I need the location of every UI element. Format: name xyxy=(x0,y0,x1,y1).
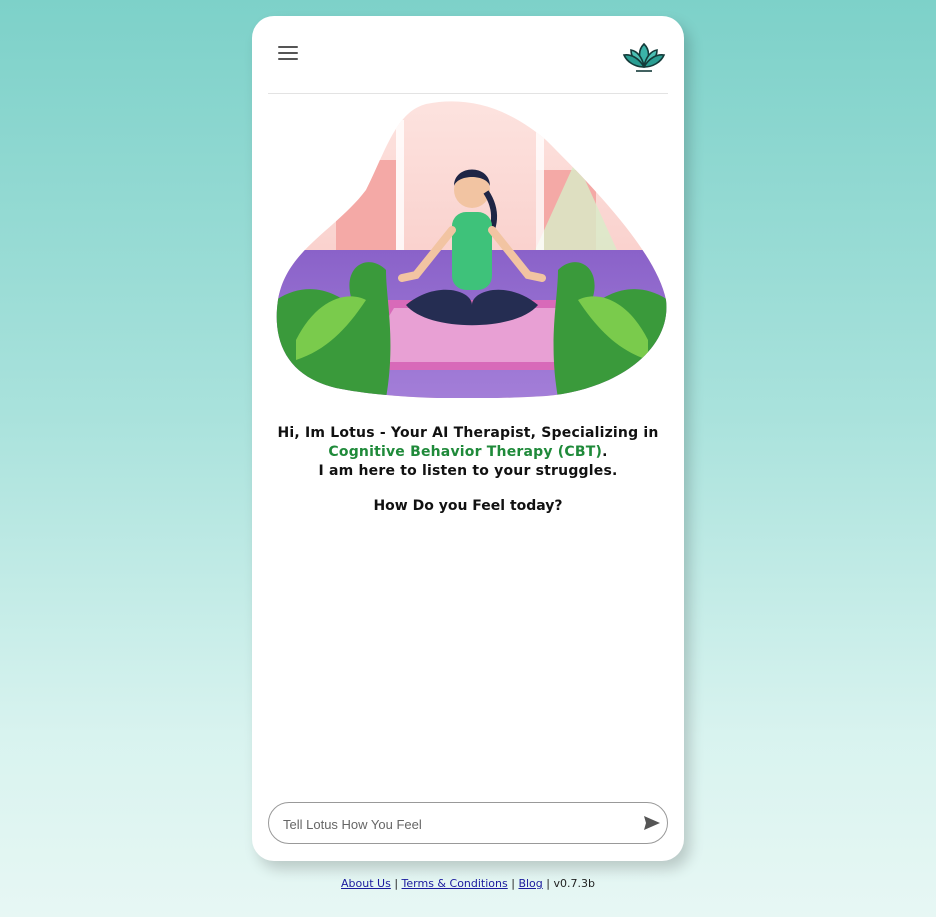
chat-card: Hi, Im Lotus - Your AI Therapist, Specia… xyxy=(252,16,684,861)
version-label: v0.7.3b xyxy=(553,877,595,890)
intro-message: Hi, Im Lotus - Your AI Therapist, Specia… xyxy=(272,424,664,481)
terms-link[interactable]: Terms & Conditions xyxy=(402,877,508,890)
intro-line-3: I am here to listen to your struggles. xyxy=(318,463,618,479)
header-divider xyxy=(268,93,668,94)
footer-separator: | xyxy=(546,877,550,890)
chat-input[interactable] xyxy=(281,803,635,845)
intro-line-2: Cognitive Behavior Therapy (CBT). xyxy=(272,443,664,462)
lotus-logo-icon xyxy=(622,42,666,72)
about-us-link[interactable]: About Us xyxy=(341,877,391,890)
send-icon[interactable] xyxy=(643,815,661,831)
blog-link[interactable]: Blog xyxy=(518,877,542,890)
footer-separator: | xyxy=(394,877,399,890)
footer-separator: | xyxy=(511,877,515,890)
cbt-highlight: Cognitive Behavior Therapy (CBT) xyxy=(328,444,603,460)
chat-input-container xyxy=(268,802,668,845)
hamburger-menu-icon[interactable] xyxy=(278,46,298,60)
feeling-question: How Do you Feel today? xyxy=(373,498,563,514)
intro-line-1: Hi, Im Lotus - Your AI Therapist, Specia… xyxy=(277,425,659,441)
cbt-suffix: . xyxy=(602,444,608,460)
footer: About Us | Terms & Conditions | Blog | v… xyxy=(0,877,936,890)
meditating-woman-illustration xyxy=(276,101,667,398)
